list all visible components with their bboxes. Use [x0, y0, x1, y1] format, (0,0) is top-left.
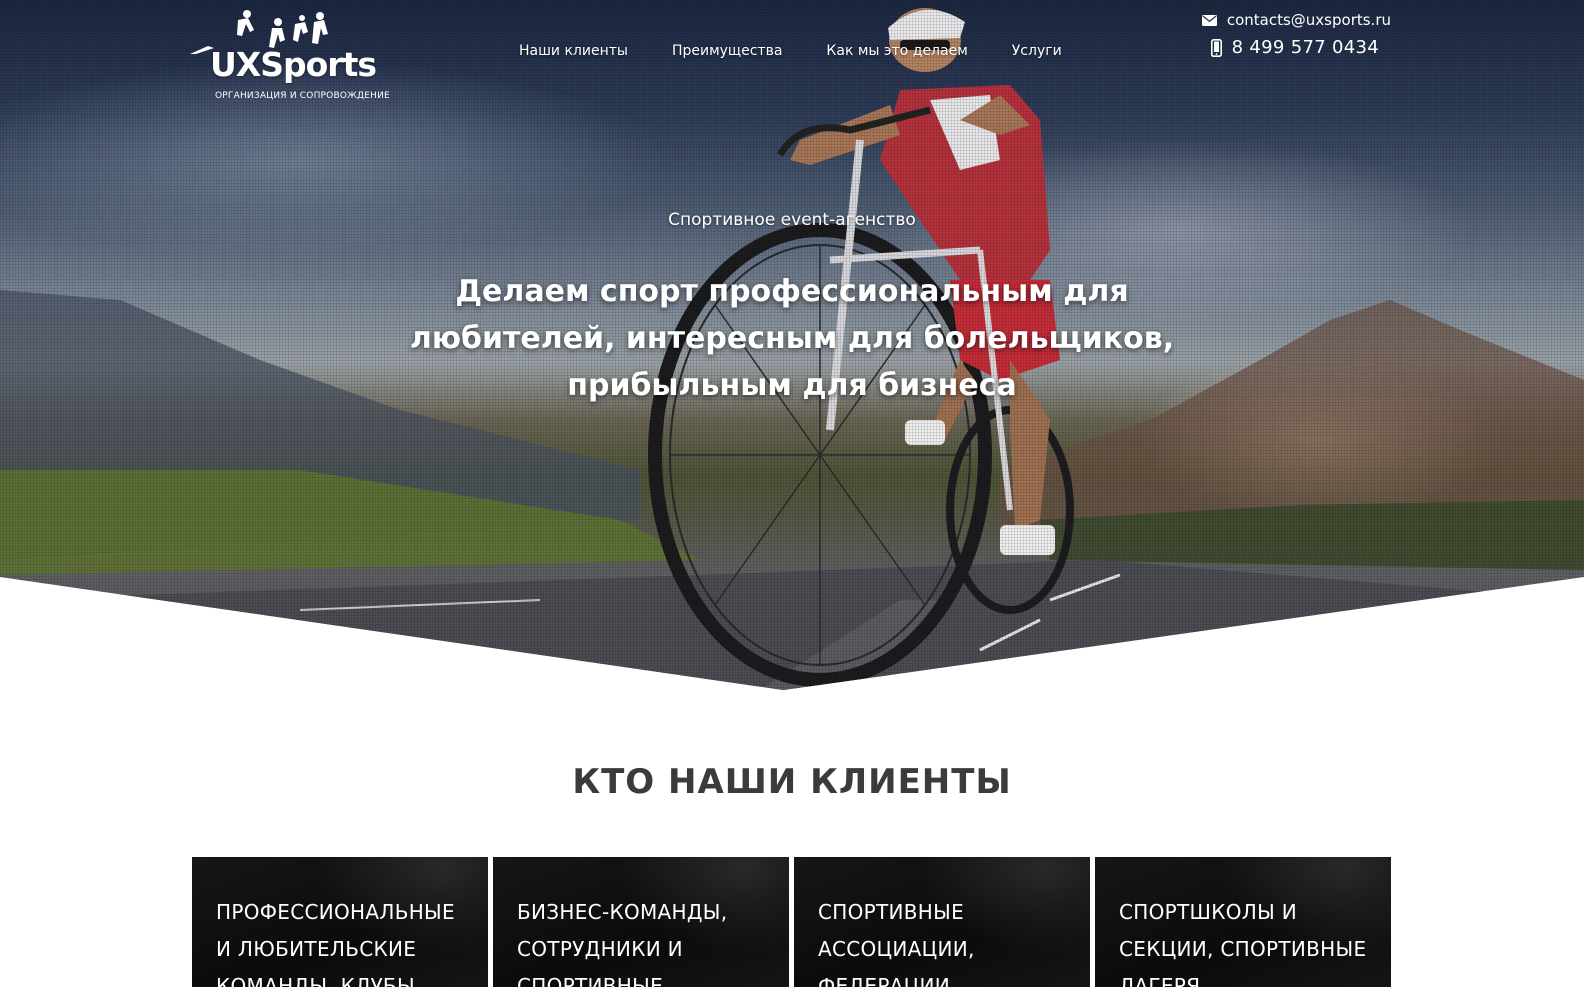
nav-link-advantages[interactable]: Преимущества: [672, 43, 782, 59]
contact-email[interactable]: contacts@uxsports.ru: [1201, 11, 1391, 29]
client-card-text: Бизнес-команды, сотрудники и спортивные: [517, 900, 728, 987]
main-navigation: Наши клиенты Преимущества Как мы это дел…: [519, 43, 1106, 59]
site-logo[interactable]: UXSports ОРГАНИЗАЦИЯ И СОПРОВОЖДЕНИЕ: [190, 10, 390, 101]
logo-tagline: ОРГАНИЗАЦИЯ И СОПРОВОЖДЕНИЕ: [215, 91, 390, 101]
clients-cards: Профессиональные и любительские команды,…: [192, 857, 1392, 987]
hero-title: Делаем спорт профессиональным для любите…: [409, 274, 1175, 403]
client-card-text: Спортивные ассоциации, федерации: [818, 900, 975, 987]
nav-link-clients[interactable]: Наши клиенты: [519, 43, 628, 59]
nav-link-services[interactable]: Услуги: [1012, 43, 1062, 59]
client-card-text: Спортшколы и секции, спортивные лагеря: [1119, 900, 1367, 987]
client-card-business[interactable]: Бизнес-команды, сотрудники и спортивные: [493, 857, 789, 987]
contact-phone[interactable]: 8 499 577 0434: [1210, 37, 1379, 58]
client-card-text: Профессиональные и любительские команды,…: [216, 900, 455, 987]
client-card-associations[interactable]: Спортивные ассоциации, федерации: [794, 857, 1090, 987]
client-card-schools[interactable]: Спортшколы и секции, спортивные лагеря: [1095, 857, 1391, 987]
hero-subtitle: Спортивное event-агенство: [668, 210, 916, 230]
contact-email-text: contacts@uxsports.ru: [1226, 11, 1391, 29]
envelope-icon: [1201, 14, 1217, 26]
nav-link-how-we-work[interactable]: Как мы это делаем: [826, 43, 967, 59]
client-card-teams[interactable]: Профессиональные и любительские команды,…: [192, 857, 488, 987]
mobile-phone-icon: [1210, 38, 1222, 57]
logo-wordmark: UXSports: [210, 45, 377, 84]
clients-section-title: КТО НАШИ КЛИЕНТЫ: [572, 762, 1012, 802]
contact-phone-text: 8 499 577 0434: [1231, 37, 1379, 58]
